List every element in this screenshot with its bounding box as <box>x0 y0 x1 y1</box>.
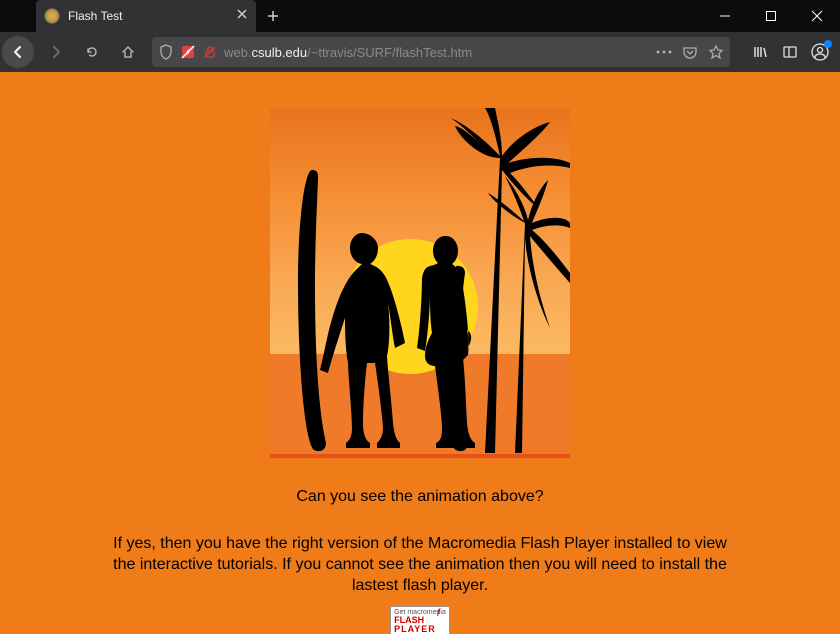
beach-silhouettes <box>270 108 570 454</box>
profile-button[interactable] <box>806 38 834 66</box>
close-tab-button[interactable] <box>236 7 248 25</box>
window-titlebar: Flash Test <box>0 0 840 32</box>
maximize-button[interactable] <box>748 0 794 32</box>
explanation-text: If yes, then you have the right version … <box>0 534 840 596</box>
flash-logo-icon: f <box>437 609 447 619</box>
tab-title: Flash Test <box>68 9 228 23</box>
back-button[interactable] <box>2 36 34 68</box>
url-bar[interactable]: web.csulb.edu/~ttravis/SURF/flashTest.ht… <box>152 37 730 67</box>
url-text[interactable]: web.csulb.edu/~ttravis/SURF/flashTest.ht… <box>224 45 650 60</box>
page-content: Can you see the animation above? If yes,… <box>0 72 840 634</box>
minimize-button[interactable] <box>702 0 748 32</box>
get-flash-player-button[interactable]: Get macromedia FLASH PLAYER f <box>390 606 450 634</box>
browser-toolbar: web.csulb.edu/~ttravis/SURF/flashTest.ht… <box>0 32 840 72</box>
reload-button[interactable] <box>76 36 108 68</box>
shield-icon[interactable] <box>158 44 174 60</box>
home-button[interactable] <box>112 36 144 68</box>
favicon-icon <box>44 8 60 24</box>
forward-button[interactable] <box>40 36 72 68</box>
sidebar-icon[interactable] <box>776 38 804 66</box>
flash-animation <box>270 108 570 458</box>
question-text: Can you see the animation above? <box>0 488 840 506</box>
tab-bar: Flash Test <box>36 0 290 32</box>
new-tab-button[interactable] <box>256 0 290 32</box>
pocket-icon[interactable] <box>682 44 698 60</box>
bookmark-star-icon[interactable] <box>708 44 724 60</box>
library-icon[interactable] <box>746 38 774 66</box>
browser-tab[interactable]: Flash Test <box>36 0 256 32</box>
window-controls <box>702 0 840 32</box>
notification-dot-icon <box>824 40 832 48</box>
flash-blocked-icon[interactable] <box>180 44 196 60</box>
close-window-button[interactable] <box>794 0 840 32</box>
lock-insecure-icon[interactable] <box>202 44 218 60</box>
page-actions-icon[interactable] <box>656 44 672 60</box>
